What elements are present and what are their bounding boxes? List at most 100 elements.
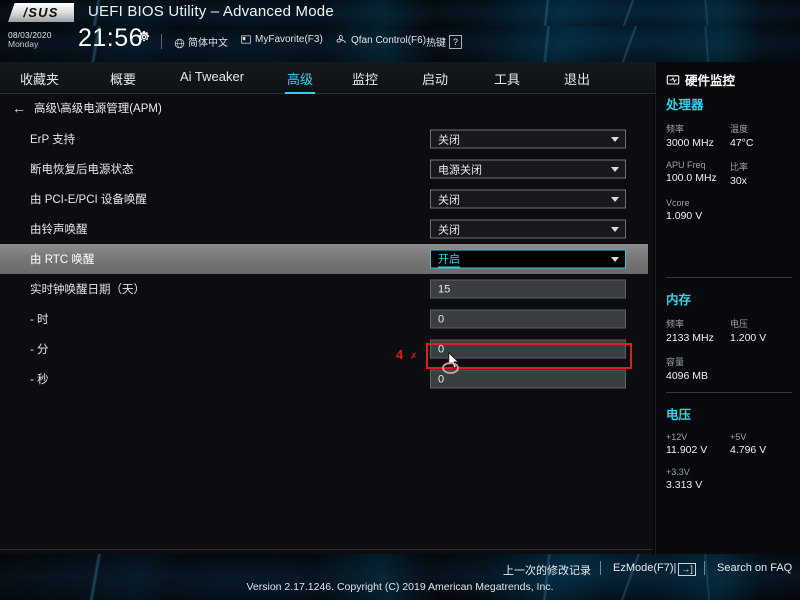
setting-label: 由 PCI-E/PCI 设备唤醒	[30, 194, 147, 206]
dropdown-value: 开启	[438, 251, 460, 268]
weekday-text: Monday	[8, 38, 39, 49]
divider	[666, 277, 792, 278]
qfan-control-button[interactable]: Qfan Control(F6)	[335, 34, 426, 46]
search-faq-button[interactable]: Search on FAQ	[717, 562, 792, 574]
chevron-down-icon	[611, 226, 619, 232]
back-arrow-icon[interactable]: ←	[12, 100, 26, 116]
setting-control: 0	[430, 339, 626, 359]
tab-4[interactable]: 监控	[350, 67, 380, 92]
ezmode-label: EzMode(F7)|	[613, 562, 677, 574]
monitor-item-key: +5V	[730, 432, 747, 442]
setting-row[interactable]: 断电恢复后电源状态 电源关闭	[0, 154, 648, 184]
setting-row[interactable]: - 秒 0	[0, 364, 648, 394]
divider	[600, 561, 601, 575]
setting-label: - 秒	[30, 374, 49, 386]
language-label: 简体中文	[188, 38, 228, 49]
monitor-value-grid: 频率 3000 MHz 温度 47°C APU Freq 100.0 MHz 比率 30x Vc…	[666, 122, 794, 233]
chevron-down-icon	[611, 136, 619, 142]
chevron-down-icon	[611, 166, 619, 172]
footer-bar: 上一次的修改记录 EzMode(F7)| →] Search on FAQ Ver…	[0, 554, 800, 600]
monitor-item-value: 3.313 V	[666, 479, 703, 491]
monitor-value-grid: +12V 11.902 V +5V 4.796 V +3.3V 3.313 V	[666, 432, 794, 502]
info-bar: 08/03/2020 Monday 21:56 简体中文 MyFavorite(…	[0, 24, 800, 62]
monitor-item-key: 电压	[730, 319, 749, 329]
tab-0[interactable]: 收藏夹	[18, 67, 61, 92]
setting-text-input[interactable]: 0	[430, 339, 626, 359]
monitor-item-value: 11.902 V	[666, 444, 708, 456]
dropdown-value: 关闭	[438, 134, 460, 146]
setting-text-input[interactable]: 0	[430, 369, 626, 389]
setting-dropdown[interactable]: 关闭	[430, 219, 626, 239]
setting-row[interactable]: 实时钟唤醒日期（天） 15	[0, 274, 648, 304]
setting-dropdown[interactable]: 关闭	[430, 129, 626, 149]
setting-row[interactable]: 由 RTC 唤醒 开启	[0, 244, 648, 274]
divider	[704, 561, 705, 575]
setting-row[interactable]: 由铃声唤醒 关闭	[0, 214, 648, 244]
monitor-item: Vcore 1.090 V	[666, 198, 794, 222]
hotkey-label: 热键	[426, 38, 446, 49]
divider	[666, 392, 792, 393]
monitor-item: +3.3V 3.313 V	[666, 467, 794, 491]
myfavorite-button[interactable]: MyFavorite(F3)	[240, 34, 323, 45]
annotation-check-icon: ✗	[410, 351, 418, 361]
hotkey-key: ?	[449, 35, 463, 49]
setting-control: 关闭	[430, 129, 626, 149]
fan-icon	[336, 35, 346, 44]
tab-1[interactable]: 概要	[108, 67, 138, 92]
setting-row[interactable]: - 分 0	[0, 334, 648, 364]
dropdown-value: 关闭	[438, 224, 460, 236]
last-modified-button[interactable]: 上一次的修改记录	[503, 562, 591, 578]
monitor-item: 比率 30x	[730, 160, 794, 187]
monitor-icon	[666, 75, 680, 85]
globe-icon	[174, 38, 185, 49]
chevron-down-icon	[611, 256, 619, 262]
monitor-item-value: 1.200 V	[730, 332, 767, 344]
text-input-value: 15	[438, 283, 451, 295]
gear-icon[interactable]	[137, 30, 151, 44]
setting-dropdown[interactable]: 电源关闭	[430, 159, 626, 179]
system-date: 08/03/2020 Monday	[8, 31, 52, 49]
ezmode-button[interactable]: EzMode(F7)| →]	[613, 562, 696, 576]
tab-5[interactable]: 启动	[420, 67, 450, 92]
tab-7[interactable]: 退出	[562, 67, 592, 92]
exit-arrow-icon: →]	[678, 563, 696, 576]
setting-control: 0	[430, 369, 626, 389]
setting-text-input[interactable]: 0	[430, 309, 626, 329]
monitor-item-value: 1.090 V	[666, 210, 703, 222]
monitor-section: 内存 频率 2133 MHz 电压 1.200 V 容量 4096 MB	[666, 289, 794, 393]
tab-6[interactable]: 工具	[492, 67, 522, 92]
setting-control: 关闭	[430, 189, 626, 209]
hotkey-button[interactable]: 热键?	[426, 34, 463, 49]
bookmark-icon	[241, 35, 251, 44]
setting-row[interactable]: - 时 0	[0, 304, 648, 334]
language-selector[interactable]: 简体中文	[174, 34, 228, 49]
date-text: 08/03/2020	[8, 30, 52, 40]
monitor-item-key: +12V	[666, 432, 688, 442]
tab-3[interactable]: 高级	[285, 67, 316, 94]
setting-row[interactable]: 由 PCI-E/PCI 设备唤醒 关闭	[0, 184, 648, 214]
dropdown-value: 电源关闭	[438, 164, 482, 176]
setting-row[interactable]: ErP 支持 关闭	[0, 124, 648, 154]
dropdown-value: 关闭	[438, 194, 460, 206]
chevron-down-icon	[611, 196, 619, 202]
monitor-item: 频率 3000 MHz	[666, 122, 730, 149]
setting-text-input[interactable]: 15	[430, 279, 626, 299]
setting-label: 由铃声唤醒	[30, 224, 88, 236]
monitor-item: +5V 4.796 V	[730, 432, 794, 456]
title-bar: /SUS UEFI BIOS Utility – Advanced Mode	[0, 0, 800, 26]
setting-control: 15	[430, 279, 626, 299]
text-input-value: 0	[438, 373, 445, 385]
breadcrumb-path: 高级\高级电源管理(APM)	[34, 103, 162, 115]
setting-control: 开启	[430, 249, 626, 269]
monitor-item: 温度 47°C	[730, 122, 794, 149]
setting-label: - 分	[30, 344, 49, 356]
tab-2[interactable]: Ai Tweaker	[178, 67, 246, 88]
monitor-item: 频率 2133 MHz	[666, 317, 730, 344]
monitor-item-value: 2133 MHz	[666, 332, 714, 344]
monitor-item-value: 4096 MB	[666, 370, 709, 382]
monitor-item: 电压 1.200 V	[730, 317, 794, 344]
setting-dropdown[interactable]: 开启	[430, 249, 626, 269]
setting-dropdown[interactable]: 关闭	[430, 189, 626, 209]
setting-label: ErP 支持	[30, 134, 76, 146]
monitor-item-key: APU Freq	[666, 160, 706, 170]
